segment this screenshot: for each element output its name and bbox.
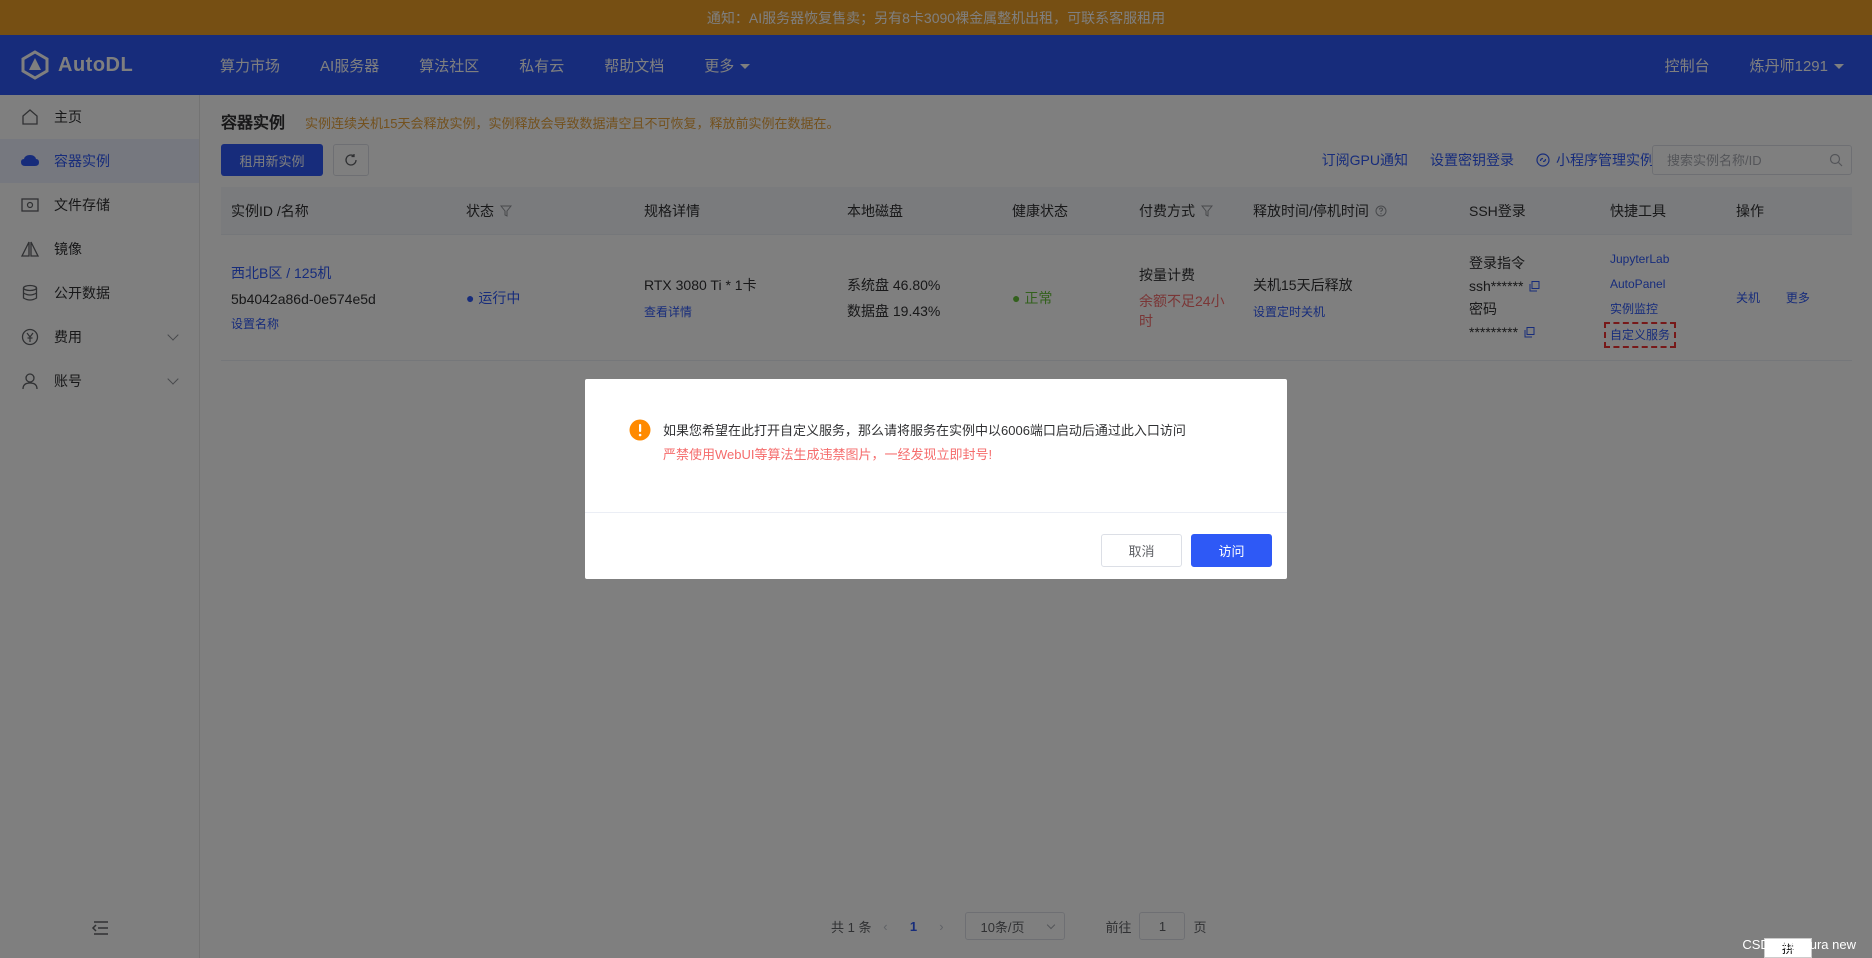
dialog-text: 如果您希望在此打开自定义服务，那么请将服务在实例中以6006端口启动后通过此入口… — [663, 419, 1186, 467]
dialog-body: 如果您希望在此打开自定义服务，那么请将服务在实例中以6006端口启动后通过此入口… — [629, 419, 1186, 467]
dialog-warning: 严禁使用WebUI等算法生成违禁图片，一经发现立即封号! — [663, 447, 993, 462]
visit-button[interactable]: 访问 — [1191, 534, 1272, 567]
warning-icon — [629, 419, 651, 441]
custom-service-dialog: 如果您希望在此打开自定义服务，那么请将服务在实例中以6006端口启动后通过此入口… — [585, 379, 1287, 579]
cancel-button[interactable]: 取消 — [1101, 534, 1182, 567]
watermark: CSDN @nsura new — [1742, 937, 1856, 952]
dialog-divider — [585, 512, 1287, 513]
dialog-message: 如果您希望在此打开自定义服务，那么请将服务在实例中以6006端口启动后通过此入口… — [663, 423, 1186, 438]
